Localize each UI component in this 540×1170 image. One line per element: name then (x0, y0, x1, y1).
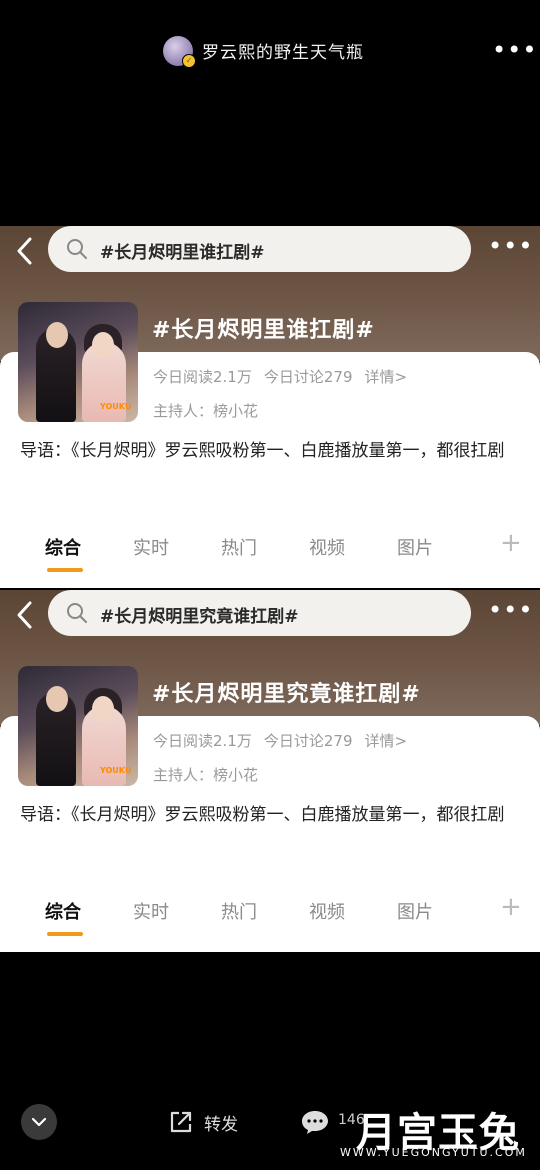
tab-realtime[interactable]: 实时 (133, 534, 169, 560)
search-bar[interactable]: #长月烬明里谁扛剧# (48, 226, 471, 272)
active-tab-indicator (47, 932, 83, 936)
topic-intro: 导语：《长月烬明》罗云熙吸粉第一、白鹿播放量第一，都很扛剧 (20, 441, 505, 461)
search-query: #长月烬明里谁扛剧# (100, 243, 265, 263)
share-label[interactable]: 转发 (204, 1110, 238, 1135)
tab-images[interactable]: 图片 (397, 898, 433, 924)
search-icon (67, 603, 87, 623)
search-query: #长月烬明里究竟谁扛剧# (100, 607, 299, 627)
topic-tabs: 综合 实时 热门 视频 图片 + (0, 526, 540, 574)
topic-title: #长月烬明里谁扛剧# (152, 318, 375, 343)
add-tab-icon[interactable]: + (500, 894, 522, 920)
share-icon[interactable] (167, 1108, 195, 1136)
tab-hot[interactable]: 热门 (221, 898, 257, 924)
tab-comprehensive[interactable]: 综合 (45, 534, 81, 560)
topic-card-1: #长月烬明里谁扛剧# ••• YOUKU #长月烬明里谁扛剧# 今日阅读2.1万… (0, 226, 540, 588)
topic-cover-image[interactable]: YOUKU (18, 666, 138, 786)
detail-link[interactable]: 详情> (365, 368, 408, 386)
comment-icon[interactable] (300, 1108, 330, 1136)
discuss-count: 今日讨论279 (263, 368, 353, 386)
detail-link[interactable]: 详情> (365, 732, 408, 750)
topic-cover-image[interactable]: YOUKU (18, 302, 138, 422)
more-icon[interactable]: ••• (492, 38, 537, 62)
verified-badge-icon: ✓ (182, 54, 196, 68)
tab-realtime[interactable]: 实时 (133, 898, 169, 924)
read-count: 今日阅读2.1万 (153, 368, 252, 386)
topic-title: #长月烬明里究竟谁扛剧# (152, 682, 421, 707)
post-header: ✓ 罗云熙的野生天气瓶 ••• (0, 0, 540, 100)
tab-images[interactable]: 图片 (397, 534, 433, 560)
tab-video[interactable]: 视频 (309, 534, 345, 560)
more-icon[interactable]: ••• (488, 598, 533, 622)
bottom-action-bar: 转发 146 月宫玉兔 WWW.YUEGONGYUTU.COM (0, 1090, 540, 1170)
tab-hot[interactable]: 热门 (221, 534, 257, 560)
watermark-url: WWW.YUEGONGYUTU.COM (340, 1146, 527, 1159)
topic-tabs: 综合 实时 热门 视频 图片 + (0, 890, 540, 938)
topic-intro: 导语：《长月烬明》罗云熙吸粉第一、白鹿播放量第一，都很扛剧 (20, 805, 505, 825)
back-arrow-icon[interactable] (12, 234, 38, 268)
host-label: 主持人：榜小花 (153, 766, 259, 784)
active-tab-indicator (47, 568, 83, 572)
search-bar[interactable]: #长月烬明里究竟谁扛剧# (48, 590, 471, 636)
read-count: 今日阅读2.1万 (153, 732, 252, 750)
collapse-button[interactable] (21, 1104, 57, 1140)
add-tab-icon[interactable]: + (500, 530, 522, 556)
discuss-count: 今日讨论279 (263, 732, 353, 750)
tab-comprehensive[interactable]: 综合 (45, 898, 81, 924)
search-icon (67, 239, 87, 259)
username[interactable]: 罗云熙的野生天气瓶 (202, 38, 364, 63)
more-icon[interactable]: ••• (488, 234, 533, 258)
host-label: 主持人：榜小花 (153, 402, 259, 420)
chevron-down-icon (31, 1117, 47, 1127)
topic-card-2: #长月烬明里究竟谁扛剧# ••• YOUKU #长月烬明里究竟谁扛剧# 今日阅读… (0, 590, 540, 952)
back-arrow-icon[interactable] (12, 598, 38, 632)
topic-stats: 今日阅读2.1万 今日讨论279 详情> (153, 366, 419, 387)
tab-video[interactable]: 视频 (309, 898, 345, 924)
topic-stats: 今日阅读2.1万 今日讨论279 详情> (153, 730, 419, 751)
